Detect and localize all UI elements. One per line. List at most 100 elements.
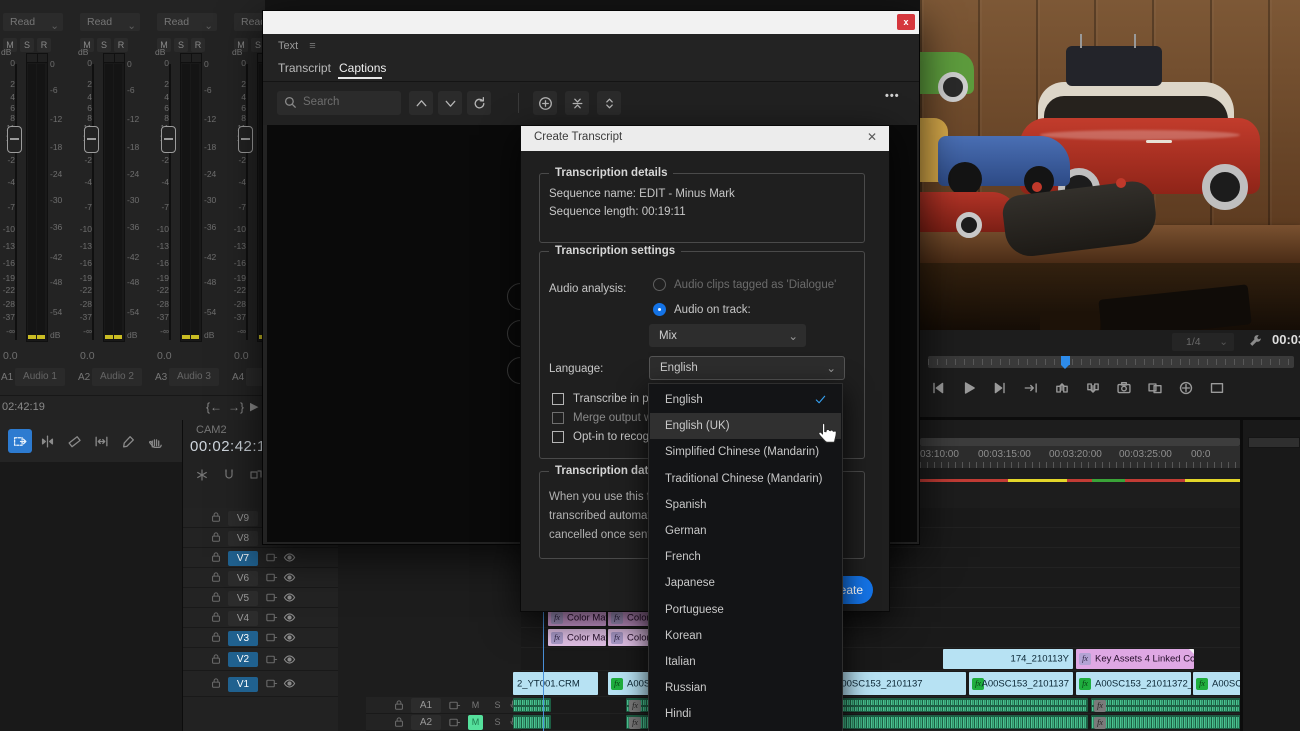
track-target-badge[interactable]: A1 (411, 698, 441, 713)
track-name-badge[interactable]: Audio 2 (92, 368, 142, 386)
track-s-button[interactable]: S (174, 38, 188, 52)
toggle-track-output-eye-icon[interactable] (283, 631, 296, 644)
language-option-russian[interactable]: Russian (650, 675, 841, 701)
track-s-button[interactable]: S (20, 38, 34, 52)
lock-icon[interactable] (210, 531, 222, 543)
solo-button[interactable]: S (490, 715, 505, 730)
lock-icon[interactable] (210, 591, 222, 603)
track-name-badge[interactable]: Audio 3 (169, 368, 219, 386)
track-target-badge[interactable]: V1 (228, 677, 258, 692)
checkbox-transcribe-in-point[interactable] (552, 393, 564, 405)
comparison-view-icon[interactable] (1145, 378, 1165, 398)
track-target-badge[interactable]: V8 (228, 531, 258, 546)
audio-track-select[interactable]: Mix ⌄ (649, 324, 806, 347)
audio-clip[interactable]: fx (1091, 715, 1258, 729)
play-icon[interactable] (959, 378, 979, 398)
automation-mode-select[interactable]: Read⌄ (3, 13, 63, 31)
source-patch-icon[interactable] (265, 571, 278, 584)
next-caption-button[interactable] (438, 91, 462, 115)
timeline-ruler[interactable]: 03:10:0000:03:15:0000:03:20:0000:03:25:0… (920, 446, 1240, 468)
merge-captions-button[interactable] (565, 91, 589, 115)
lift-icon[interactable] (1052, 378, 1072, 398)
go-to-in-icon[interactable]: {← (206, 400, 222, 414)
language-select[interactable]: English ⌄ (649, 356, 845, 380)
language-option-english[interactable]: English (650, 387, 841, 413)
language-option-hindi[interactable]: Hindi (650, 701, 841, 727)
checkbox-merge-output[interactable] (552, 412, 564, 424)
lock-icon[interactable] (210, 611, 222, 623)
play-to-out-icon[interactable] (1021, 378, 1041, 398)
playback-resolution-select[interactable]: 1/4 ⌄ (1172, 333, 1234, 351)
language-option-english-uk[interactable]: English (UK) (650, 413, 841, 439)
timeline-clip[interactable]: 2_YT001.CRM (513, 672, 598, 695)
language-option-korean[interactable]: Korean (650, 623, 841, 649)
source-patch-icon[interactable] (265, 631, 278, 644)
lock-icon[interactable] (393, 699, 405, 711)
lock-icon[interactable] (210, 571, 222, 583)
ripple-edit-tool-icon[interactable] (35, 429, 59, 453)
split-caption-button[interactable] (597, 91, 621, 115)
play-icon[interactable]: ▶ (250, 400, 258, 413)
track-target-badge[interactable]: V7 (228, 551, 258, 566)
linked-selection-icon[interactable] (249, 468, 263, 482)
snap-icon[interactable] (222, 468, 236, 482)
toggle-track-output-eye-icon[interactable] (283, 677, 296, 690)
toggle-track-output-eye-icon[interactable] (283, 611, 296, 624)
tab-transcript[interactable]: Transcript (278, 61, 331, 75)
toggle-track-output-eye-icon[interactable] (283, 551, 296, 564)
track-r-button[interactable]: R (114, 38, 128, 52)
lock-icon[interactable] (210, 511, 222, 523)
language-option-french[interactable]: French (650, 544, 841, 570)
track-select-forward-tool-icon[interactable] (8, 429, 32, 453)
step-back-icon[interactable] (928, 378, 948, 398)
language-option-portuguese[interactable]: Portuguese (650, 597, 841, 623)
timeline-clip[interactable]: fxA00SC153_21011372_YT00 (1076, 672, 1191, 695)
hand-tool-icon[interactable] (143, 429, 167, 453)
source-patch-icon[interactable] (448, 699, 461, 712)
window-close-button[interactable]: x (897, 14, 915, 30)
language-option-simplified-chinese-mandarin[interactable]: Simplified Chinese (Mandarin) (650, 439, 841, 465)
language-option-spanish[interactable]: Spanish (650, 492, 841, 518)
language-option-german[interactable]: German (650, 518, 841, 544)
add-caption-button[interactable] (533, 91, 557, 115)
track-target-badge[interactable]: V6 (228, 571, 258, 586)
razor-tool-icon[interactable] (62, 429, 86, 453)
program-playhead[interactable] (1061, 356, 1070, 365)
timeline-clip[interactable]: fxA00SC153_2101137 (969, 672, 1073, 695)
lock-icon[interactable] (210, 653, 222, 665)
more-options-button[interactable]: ••• (885, 90, 900, 102)
automation-mode-select[interactable]: Read⌄ (157, 13, 217, 31)
automation-mode-select[interactable]: Read⌄ (234, 13, 265, 31)
program-scrub-bar[interactable] (928, 356, 1294, 368)
pen-tool-icon[interactable] (116, 429, 140, 453)
track-s-button[interactable]: S (97, 38, 111, 52)
lock-icon[interactable] (210, 631, 222, 643)
checkbox-opt-in[interactable] (552, 431, 564, 443)
timeline-clip[interactable]: fxKey Assets 4 Linked Comp 0 (1076, 649, 1194, 669)
export-frame-icon[interactable] (1114, 378, 1134, 398)
language-option-italian[interactable]: Italian (650, 649, 841, 675)
source-patch-icon[interactable] (265, 611, 278, 624)
volume-fader-knob[interactable] (161, 126, 176, 153)
dialog-close-icon[interactable]: ✕ (867, 130, 877, 144)
audio-clip[interactable]: fx (1091, 698, 1258, 712)
track-target-badge[interactable]: V5 (228, 591, 258, 606)
lock-icon[interactable] (210, 551, 222, 563)
track-target-badge[interactable]: V2 (228, 652, 258, 667)
panel-scrollbar[interactable] (1248, 437, 1300, 448)
track-target-badge[interactable]: A2 (411, 715, 441, 730)
settings-wrench-icon[interactable] (1248, 333, 1263, 348)
track-target-badge[interactable]: V4 (228, 611, 258, 626)
source-patch-icon[interactable] (265, 551, 278, 564)
track-target-badge[interactable]: V3 (228, 631, 258, 646)
audio-clip[interactable] (513, 715, 551, 729)
timeline-scrollbar[interactable] (920, 438, 1240, 446)
volume-fader-knob[interactable] (238, 126, 253, 153)
dialog-titlebar[interactable]: Create Transcript ✕ (521, 126, 889, 151)
mute-button[interactable]: M (468, 698, 483, 713)
volume-fader-knob[interactable] (84, 126, 99, 153)
proxy-toggle-icon[interactable] (1176, 378, 1196, 398)
timeline-clip[interactable]: fxColor Mat (548, 629, 606, 646)
radio-audio-on-track[interactable] (653, 303, 666, 316)
slip-tool-icon[interactable] (89, 429, 113, 453)
